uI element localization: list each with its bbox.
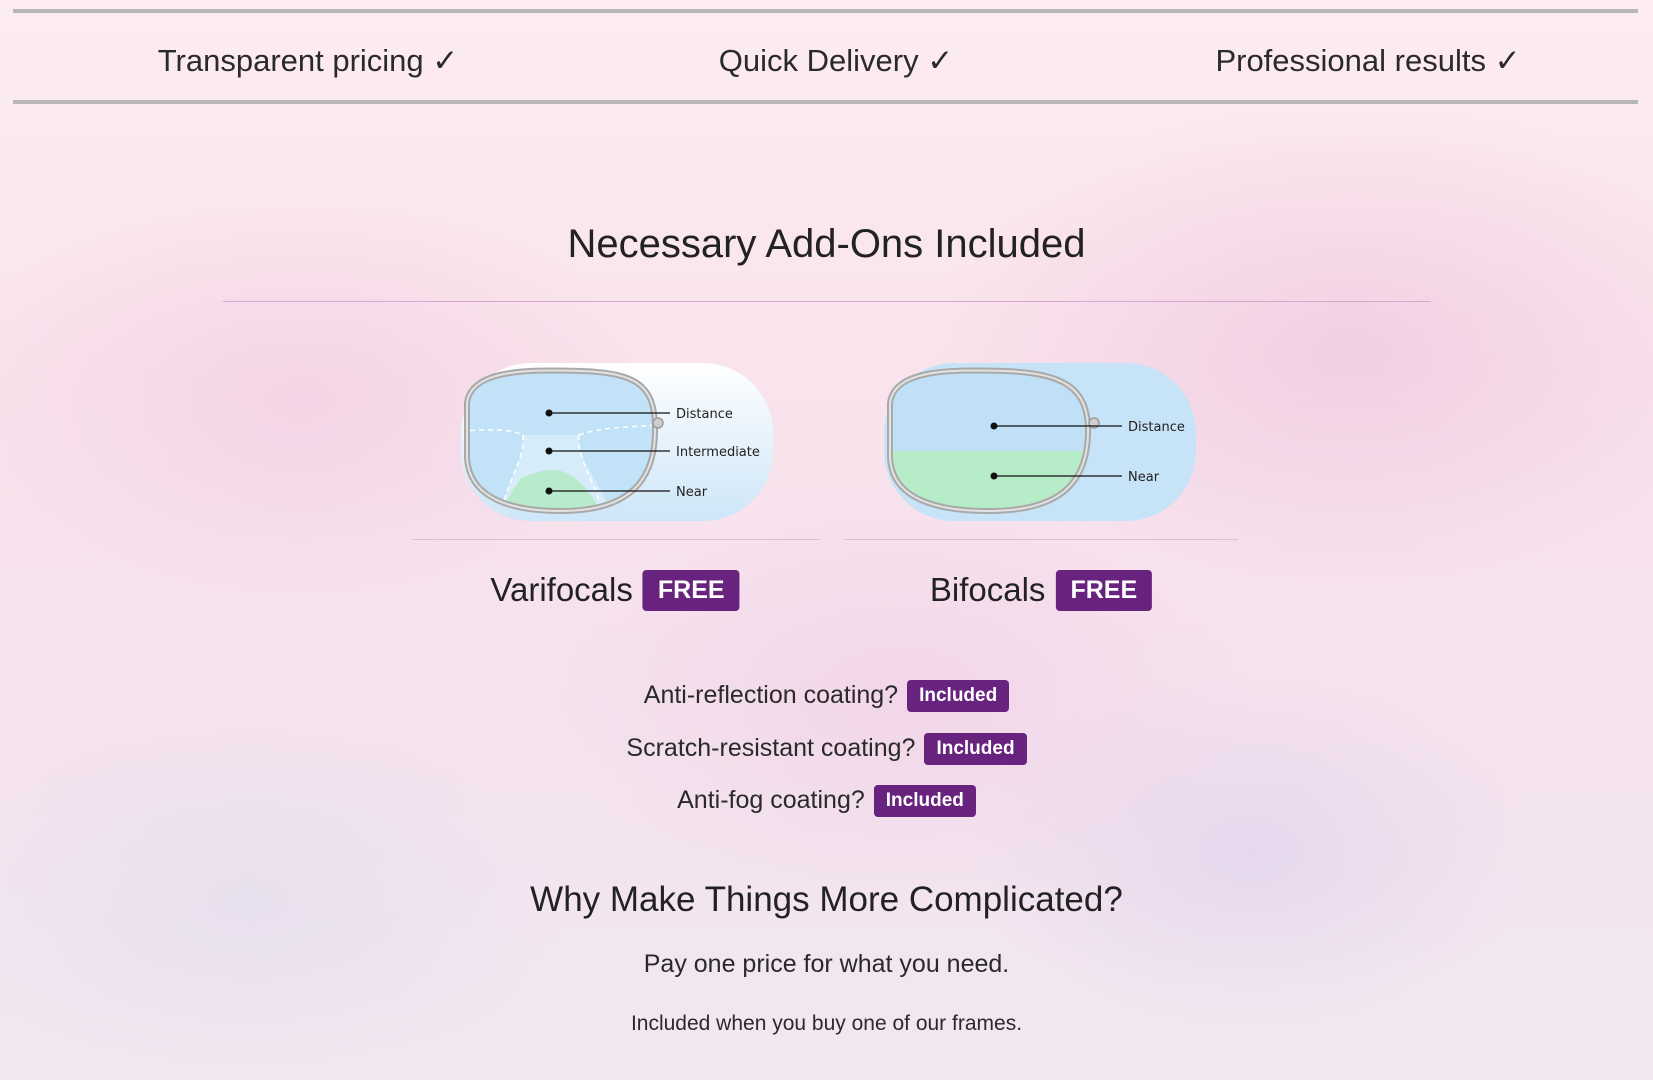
- zone-label-intermediate: Intermediate: [676, 445, 760, 460]
- varifocals-label: Varifocals: [490, 571, 633, 609]
- feature-professional-results: Professional results ✓: [1215, 43, 1521, 78]
- why-one-price-text: Pay one price for what you need.: [643, 950, 1010, 978]
- bifocals-illustration: Distance Near: [884, 363, 1196, 521]
- why-included-text: Included when you buy one of our frames.: [630, 1012, 1023, 1035]
- coating-label: Scratch-resistant coating?: [626, 734, 916, 763]
- coating-label: Anti-reflection coating?: [643, 681, 899, 710]
- zone-label-near: Near: [676, 485, 708, 500]
- included-badge: Included: [907, 680, 1010, 712]
- zone-label-distance: Distance: [676, 407, 733, 422]
- varifocals-free-badge: FREE: [642, 570, 740, 611]
- why-title: Why Make Things More Complicated?: [530, 880, 1123, 919]
- coating-label: Anti-fog coating?: [677, 786, 865, 815]
- zone-label-near: Near: [1128, 470, 1160, 485]
- bifocals-diagram: Distance Near: [884, 363, 1196, 521]
- included-badge: Included: [873, 785, 976, 817]
- feature-quick-delivery: Quick Delivery ✓: [718, 43, 954, 78]
- title-divider: [223, 301, 1431, 302]
- zone-label-distance: Distance: [1128, 420, 1185, 435]
- coating-scratch-resistant: Scratch-resistant coating? Included: [0, 733, 1653, 765]
- bifocals-label: Bifocals: [929, 571, 1046, 609]
- coating-anti-reflection: Anti-reflection coating? Included: [0, 680, 1653, 712]
- bifocals-free-badge: FREE: [1055, 570, 1153, 611]
- features-strip: Transparent pricing ✓ Quick Delivery ✓ P…: [13, 9, 1638, 104]
- included-badge: Included: [924, 733, 1027, 765]
- varifocals-diagram: Distance Intermediate Near: [461, 363, 773, 521]
- coating-anti-fog: Anti-fog coating? Included: [0, 785, 1653, 817]
- feature-transparent-pricing: Transparent pricing ✓: [157, 43, 459, 78]
- varifocals-illustration: Distance Intermediate Near: [461, 363, 773, 521]
- varifocals-heading: Varifocals FREE: [490, 570, 740, 611]
- bifocals-divider: [845, 539, 1238, 540]
- bifocals-heading: Bifocals FREE: [929, 570, 1153, 611]
- addons-title: Necessary Add-Ons Included: [567, 222, 1086, 266]
- varifocals-divider: [412, 539, 820, 540]
